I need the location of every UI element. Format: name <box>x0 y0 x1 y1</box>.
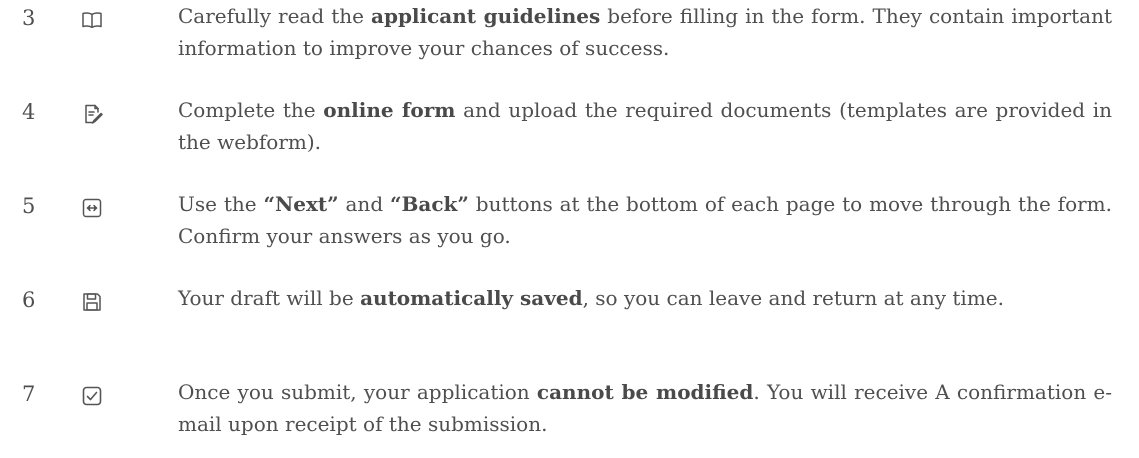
step-text: Use the “Next” and “Back” buttons at the… <box>178 192 1112 248</box>
step-emphasis: online form <box>323 98 456 122</box>
step-number: 6 <box>22 288 36 312</box>
horizontal-arrows-icon <box>80 196 104 220</box>
step-text: Your draft will be automatically saved, … <box>178 286 1004 310</box>
save-floppy-icon <box>80 290 104 314</box>
step-text: Once you submit, your application cannot… <box>178 380 1113 436</box>
step-emphasis: automatically saved <box>360 286 583 310</box>
step-text: Complete the online form and upload the … <box>178 98 1113 154</box>
step-number: 7 <box>22 382 36 406</box>
step-number: 4 <box>22 100 36 124</box>
checkbox-icon <box>80 384 104 408</box>
step-number: 3 <box>22 6 36 30</box>
step-emphasis: applicant guidelines <box>371 4 601 28</box>
step-emphasis: “Next” <box>263 192 339 216</box>
instructions-list: 3 Carefully read the applicant guideline… <box>0 0 1139 458</box>
step-text: Carefully read the applicant guidelines … <box>178 4 1112 60</box>
step-emphasis: cannot be modified <box>536 380 754 404</box>
edit-document-icon <box>80 102 104 126</box>
step-emphasis: “Back” <box>390 192 469 216</box>
open-book-icon <box>80 8 104 32</box>
step-number: 5 <box>22 194 36 218</box>
